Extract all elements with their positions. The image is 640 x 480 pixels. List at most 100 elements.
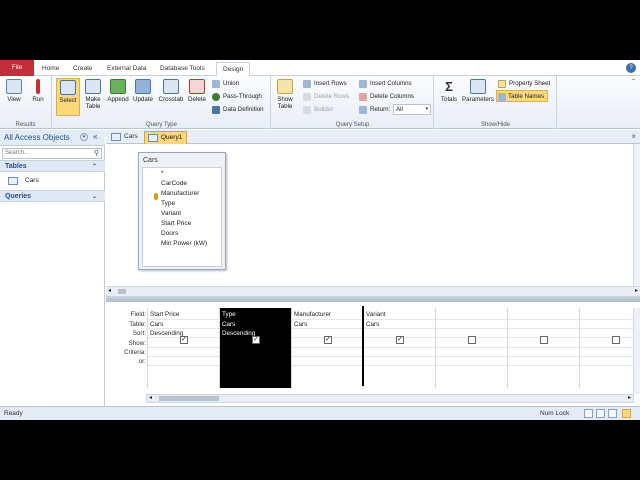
make-table-button[interactable]: Make Table — [81, 78, 105, 116]
field-item[interactable]: * — [161, 170, 164, 177]
return-select[interactable]: All ▾ — [393, 104, 431, 115]
scroll-thumb[interactable] — [118, 289, 126, 294]
status-bar: Ready Num Lock — [0, 406, 640, 420]
property-sheet-icon — [498, 80, 506, 88]
cell-table[interactable]: Cars — [366, 321, 379, 328]
field-item[interactable]: Min Power (kW) — [161, 240, 207, 247]
data-definition-button[interactable]: Data Definition — [212, 104, 264, 116]
nav-header[interactable]: All Access Objects ▾ « — [0, 130, 105, 146]
field-item[interactable]: CarCode — [161, 180, 187, 187]
group-query-type: Select Make Table Append Update Crosstab — [53, 76, 271, 129]
tab-external-data[interactable]: External Data — [101, 62, 152, 76]
tab-file[interactable]: File — [0, 60, 34, 76]
vertical-scrollbar[interactable] — [633, 144, 640, 286]
status-text: Ready — [4, 410, 23, 417]
update-button[interactable]: Update — [131, 78, 155, 116]
table-pane: Cars * CarCode Manufacturer Type Variant… — [106, 144, 640, 296]
grid-column-2-selected[interactable]: Type Cars Descending ✓ — [219, 308, 291, 388]
field-item[interactable]: Doors — [161, 230, 178, 237]
tab-home[interactable]: Home — [36, 62, 65, 76]
view-button[interactable]: View — [2, 78, 26, 116]
append-button[interactable]: Append — [106, 78, 130, 116]
select-button[interactable]: Select — [56, 78, 80, 116]
doc-tab-cars[interactable]: Cars — [108, 131, 142, 144]
show-checkbox[interactable] — [612, 336, 620, 344]
table-names-button[interactable]: Table Names — [496, 90, 549, 102]
show-checkbox[interactable]: ✓ — [324, 336, 332, 344]
tab-create[interactable]: Create — [67, 62, 99, 76]
tab-database-tools[interactable]: Database Tools — [154, 62, 211, 76]
show-table-button[interactable]: Show Table — [273, 78, 297, 116]
parameters-button[interactable]: Parameters — [462, 78, 494, 116]
scroll-right-icon[interactable]: ▸ — [635, 287, 638, 294]
field-item[interactable]: Type — [161, 200, 175, 207]
pass-through-button[interactable]: Pass-Through — [212, 91, 262, 103]
tab-design[interactable]: Design — [216, 62, 251, 77]
datasheet-view-icon[interactable] — [584, 409, 593, 418]
show-checkbox[interactable] — [540, 336, 548, 344]
show-checkbox[interactable] — [468, 336, 476, 344]
field-list-cars[interactable]: Cars * CarCode Manufacturer Type Variant… — [138, 152, 226, 270]
delete-rows-button[interactable]: Delete Rows — [303, 91, 349, 103]
builder-button[interactable]: Builder — [303, 104, 333, 116]
run-button[interactable]: Run — [26, 78, 50, 116]
shutter-bar-icon[interactable]: « — [93, 132, 97, 141]
field-item[interactable]: Manufacturer — [161, 190, 199, 197]
field-item[interactable]: Start Price — [161, 220, 191, 227]
grid-column-7[interactable] — [579, 308, 633, 388]
show-checkbox[interactable]: ✓ — [252, 336, 260, 344]
grid-column-5[interactable] — [435, 308, 507, 388]
nav-section-tables[interactable]: Tables ⌃ — [0, 160, 105, 172]
close-icon[interactable]: × — [631, 132, 636, 141]
totals-button[interactable]: Σ Totals — [437, 78, 461, 116]
scroll-left-icon[interactable]: ◂ — [108, 287, 111, 294]
grid-vertical-scrollbar[interactable] — [633, 308, 640, 394]
group-label-query-setup: Query Setup — [335, 122, 370, 128]
cell-sort[interactable]: Descending — [150, 330, 183, 337]
help-icon[interactable]: ? — [626, 63, 636, 73]
doc-tab-query1[interactable]: Query1 — [144, 131, 188, 144]
nav-section-queries[interactable]: Queries ⌄ — [0, 190, 105, 202]
show-checkbox[interactable]: ✓ — [180, 336, 188, 344]
cell-table[interactable]: Cars — [222, 321, 235, 328]
insert-columns-button[interactable]: Insert Columns — [359, 78, 412, 90]
property-sheet-button[interactable]: Property Sheet — [498, 78, 550, 90]
cell-table[interactable]: Cars — [294, 321, 307, 328]
collapse-ribbon-icon[interactable]: ⌃ — [631, 78, 636, 85]
crosstab-button[interactable]: Crosstab — [157, 78, 185, 116]
field-list-body: * CarCode Manufacturer Type Variant Star… — [142, 167, 222, 267]
grid-column-3[interactable]: Manufacturer Cars ✓ — [291, 308, 363, 388]
field-item[interactable]: Variant — [161, 210, 181, 217]
insert-rows-button[interactable]: Insert Rows — [303, 78, 347, 90]
pivot-view-icon[interactable] — [596, 409, 605, 418]
grid-horizontal-scrollbar[interactable]: ◂ ▸ — [146, 394, 634, 403]
delete-columns-button[interactable]: Delete Columns — [359, 91, 414, 103]
select-query-icon — [60, 80, 76, 95]
cell-field[interactable]: Manufacturer — [294, 311, 331, 318]
union-button[interactable]: Union — [212, 78, 239, 90]
table-icon — [8, 177, 18, 185]
horizontal-scrollbar[interactable]: ◂ ▸ — [106, 286, 640, 296]
scroll-left-icon[interactable]: ◂ — [149, 394, 152, 401]
view-icon — [6, 79, 22, 94]
nav-item-cars[interactable]: Cars — [0, 173, 105, 189]
sql-view-icon[interactable] — [608, 409, 617, 418]
cell-field[interactable]: Variant — [366, 311, 385, 318]
scroll-thumb[interactable] — [159, 396, 219, 401]
grid-column-1[interactable]: Start Price Cars Descending ✓ — [147, 308, 219, 388]
design-view-icon[interactable] — [622, 409, 631, 418]
cell-sort[interactable]: Descending — [222, 330, 255, 337]
grid-column-6[interactable] — [507, 308, 579, 388]
cell-table[interactable]: Cars — [150, 321, 163, 328]
grid-column-4[interactable]: Variant Cars ✓ — [363, 308, 435, 388]
document-tabs: Cars Query1 × — [106, 130, 640, 144]
insert-columns-icon — [359, 80, 367, 88]
scroll-right-icon[interactable]: ▸ — [628, 394, 631, 401]
row-label-show: Show: — [128, 340, 146, 347]
search-input[interactable]: Search... ⚲ — [2, 148, 102, 159]
delete-button[interactable]: Delete — [185, 78, 209, 116]
show-checkbox[interactable]: ✓ — [396, 336, 404, 344]
cell-field[interactable]: Type — [222, 311, 236, 318]
nav-menu-chevron-icon[interactable]: ▾ — [80, 133, 88, 141]
cell-field[interactable]: Start Price — [150, 311, 179, 318]
